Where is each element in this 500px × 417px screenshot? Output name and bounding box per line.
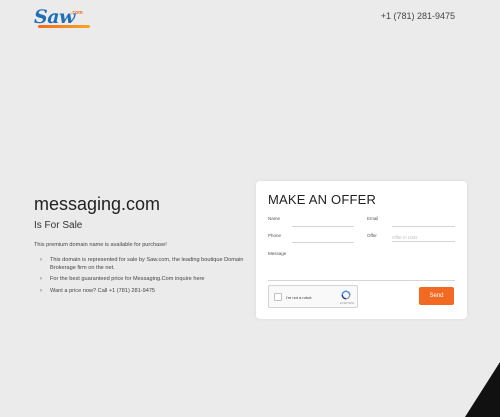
phone-input[interactable] <box>292 235 354 243</box>
chevron-right-icon: › <box>40 287 42 294</box>
top-bar: Saw .com +1 (781) 281-9475 <box>0 0 500 36</box>
header-phone[interactable]: +1 (781) 281-9475 <box>381 11 455 21</box>
logo-swoosh <box>38 25 90 28</box>
recaptcha-checkbox[interactable] <box>274 293 282 301</box>
email-label: Email <box>367 216 379 221</box>
email-input[interactable] <box>392 219 455 227</box>
offer-input[interactable] <box>392 234 455 242</box>
bullet-text: Want a price now? Call +1 (781) 281-9475 <box>50 287 156 294</box>
offer-form: MAKE AN OFFER Name Email Phone Offer Mes… <box>256 181 467 319</box>
bullet-text: This domain is represented for sale by S… <box>50 257 244 271</box>
bullet-text[interactable]: For the best guaranteed price for Messag… <box>50 276 205 282</box>
feature-list: › This domain is represented for sale by… <box>34 257 254 295</box>
list-item: › Want a price now? Call +1 (781) 281-94… <box>40 288 254 296</box>
name-input[interactable] <box>292 219 354 227</box>
recaptcha-label: I'm not a robot <box>286 295 312 300</box>
offer-form-title: MAKE AN OFFER <box>268 192 377 207</box>
name-label: Name <box>268 216 281 221</box>
domain-info: messaging.com Is For Sale This premium d… <box>34 194 254 299</box>
send-button[interactable]: Send <box>419 287 454 305</box>
recaptcha-brand: reCAPTCHA <box>339 302 354 305</box>
intro-text: This premium domain name is available fo… <box>34 242 167 248</box>
for-sale-subtitle: Is For Sale <box>34 220 83 231</box>
logo-suffix: .com <box>71 10 83 16</box>
recaptcha-icon <box>341 290 351 300</box>
chevron-right-icon: › <box>40 257 42 263</box>
message-textarea[interactable] <box>268 259 455 281</box>
chevron-right-icon: › <box>40 276 42 282</box>
list-item: › This domain is represented for sale by… <box>40 257 254 272</box>
offer-label: Offer <box>367 233 377 238</box>
saw-logo[interactable]: Saw .com <box>34 6 92 28</box>
domain-title: messaging.com <box>34 194 161 214</box>
list-item[interactable]: › For the best guaranteed price for Mess… <box>40 276 254 284</box>
decorative-corner <box>465 362 500 417</box>
phone-label: Phone <box>268 233 282 238</box>
recaptcha-widget: I'm not a robot reCAPTCHA <box>268 285 358 308</box>
message-label: Message <box>268 251 287 256</box>
